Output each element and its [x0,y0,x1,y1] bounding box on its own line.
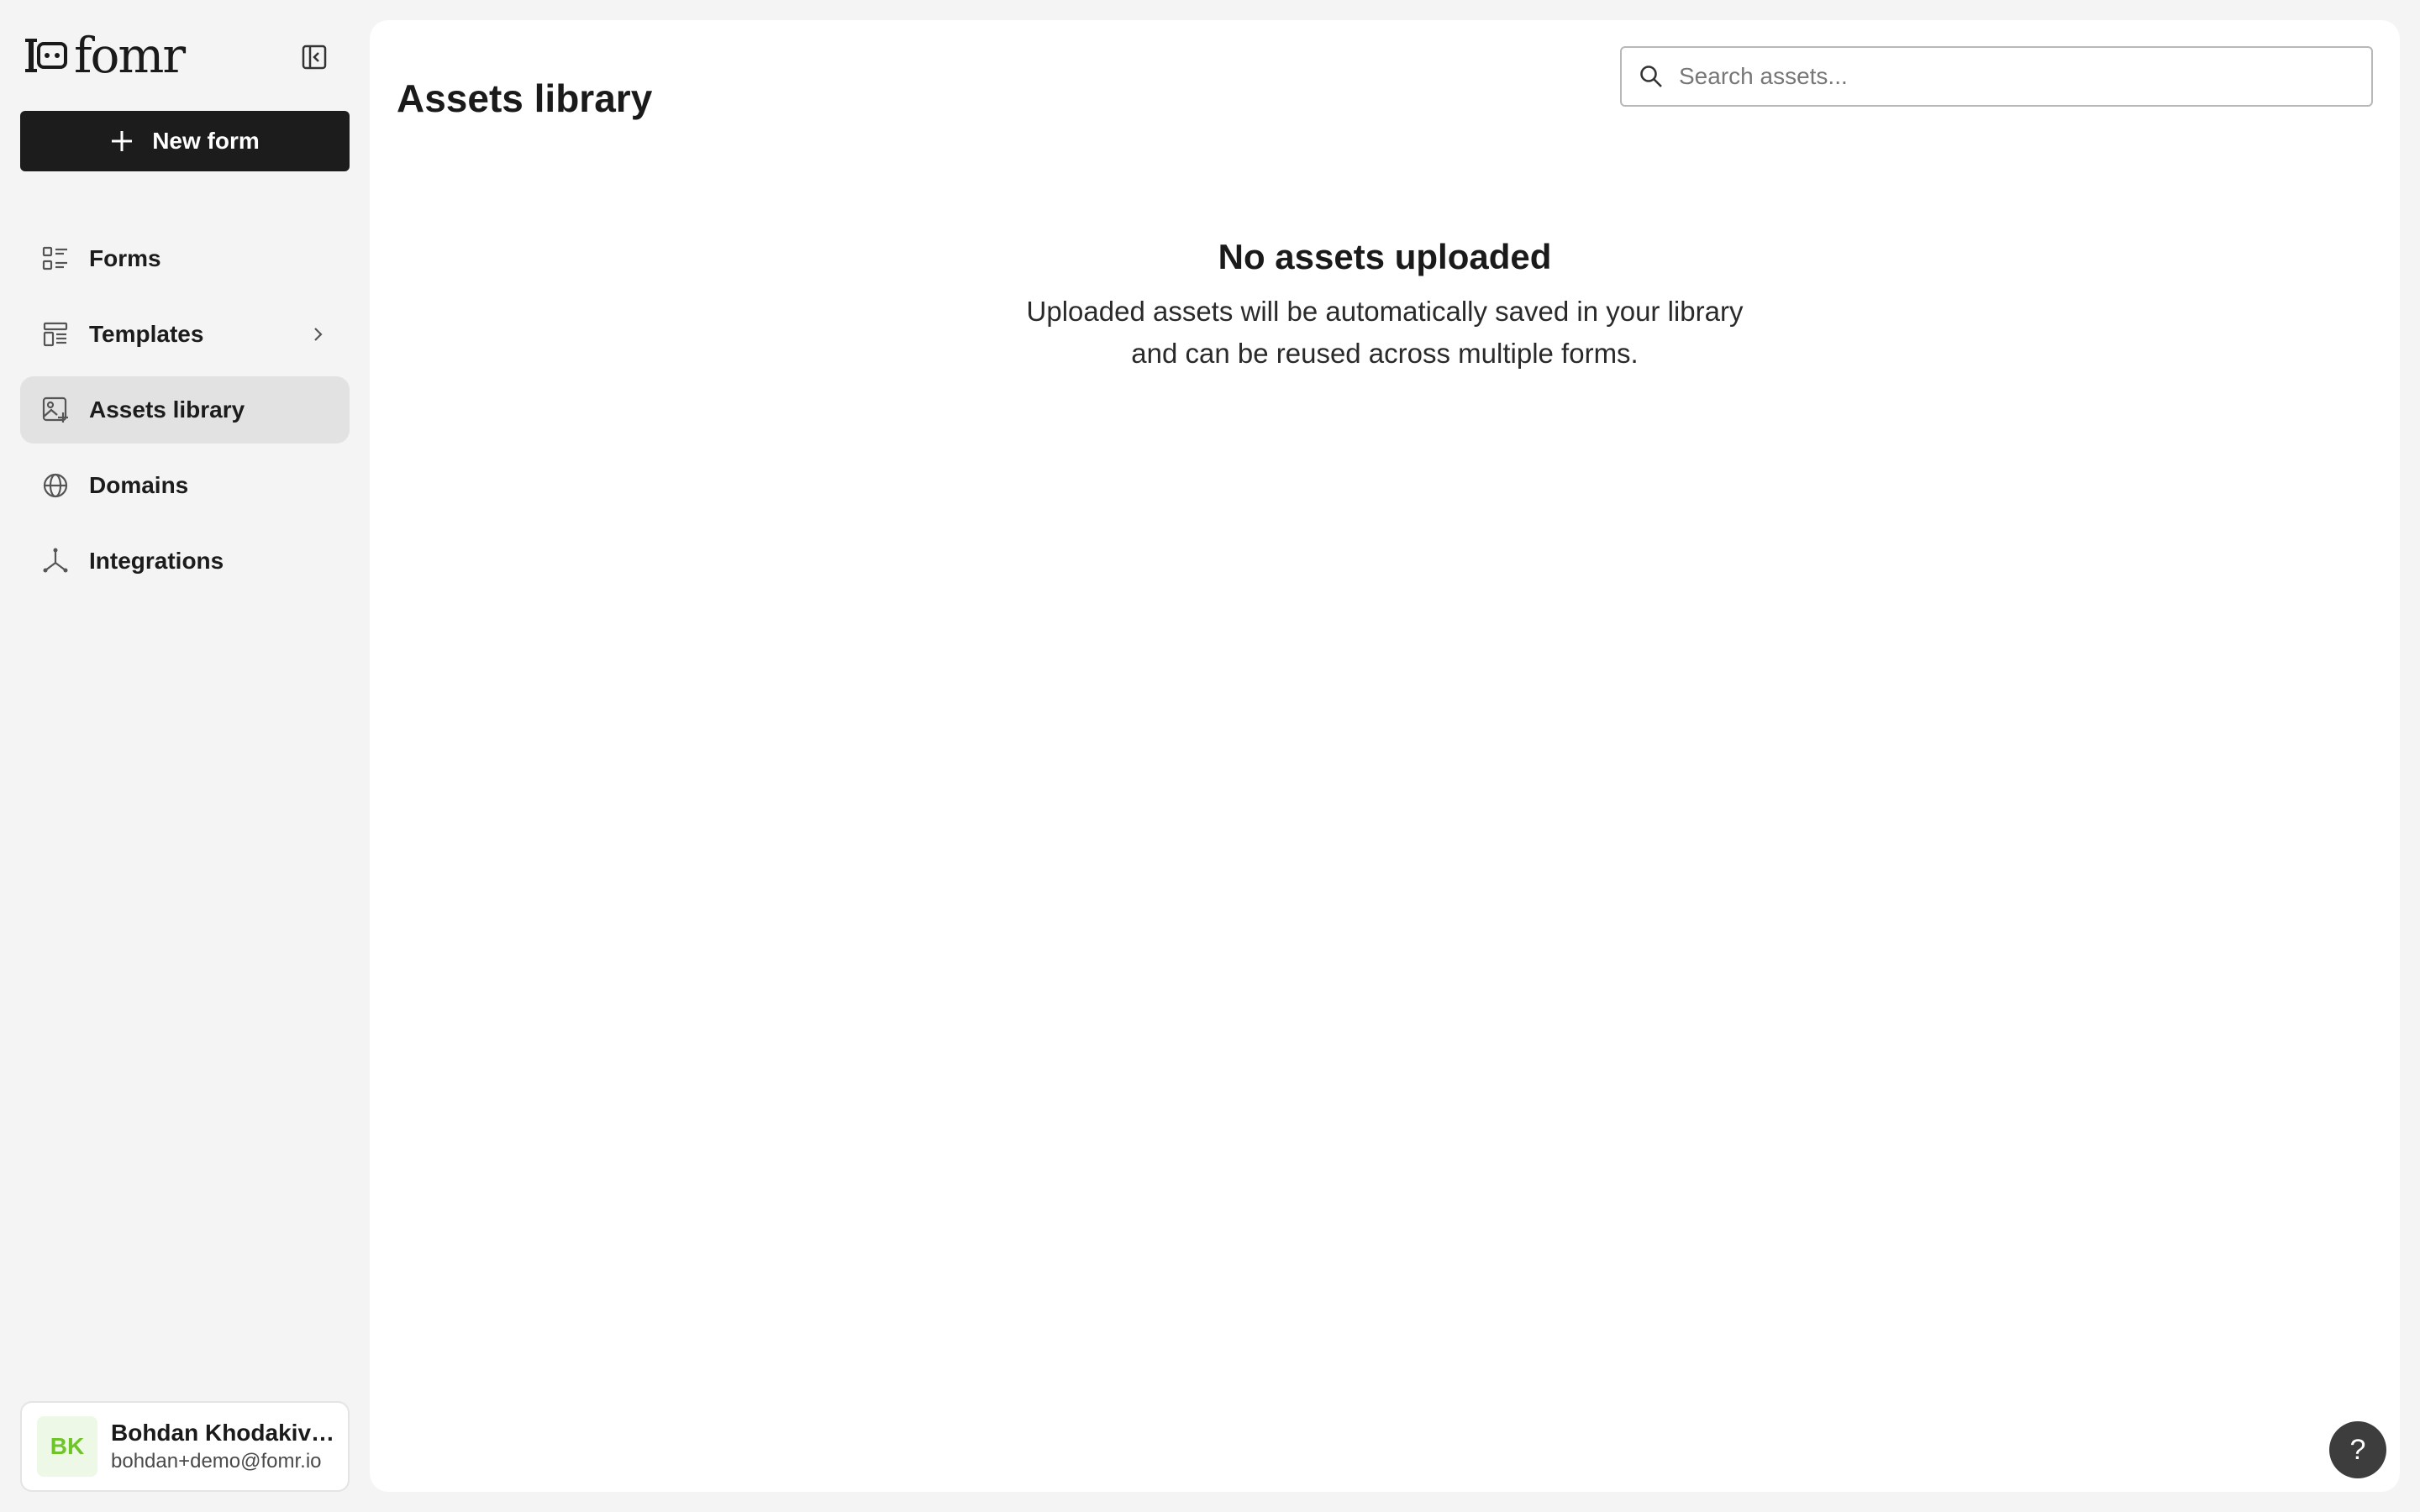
sidebar-nav: Forms Templates Assets library Domains I… [20,225,350,603]
search-icon [1640,66,1662,87]
sidebar-item-domains[interactable]: Domains [20,452,350,519]
new-form-button[interactable]: New form [20,111,350,171]
page-title: Assets library [397,76,653,120]
sidebar-item-forms[interactable]: Forms [20,225,350,292]
avatar: BK [37,1416,97,1477]
sidebar-item-label: Integrations [89,548,224,574]
empty-state: No assets uploaded Uploaded assets will … [370,235,2400,375]
chevron-right-icon [314,328,323,341]
empty-state-description: Uploaded assets will be automatically sa… [370,291,2400,375]
image-assets-icon [40,395,71,425]
fomr-logo-icon [25,39,67,72]
sidebar-item-label: Assets library [89,396,245,423]
user-email: bohdan+demo@fomr.io [111,1450,322,1473]
collapse-sidebar-button[interactable] [296,39,333,76]
app-window: fomr New form Forms Templates Assets lib… [0,0,2420,1512]
sidebar-item-integrations[interactable]: Integrations [20,528,350,595]
search-box[interactable] [1620,46,2373,107]
user-name: Bohdan Khodakivskyi [111,1420,339,1446]
brand-name: fomr [74,27,186,84]
empty-state-line-2: and can be reused across multiple forms. [1131,338,1639,369]
help-button[interactable]: ? [2329,1421,2386,1478]
brand-logo[interactable]: fomr [25,27,186,84]
forms-list-icon [40,244,71,274]
new-form-label: New form [152,128,260,154]
sidebar-collapse-icon [302,45,327,70]
user-account-card[interactable]: BK Bohdan Khodakivskyi bohdan+demo@fomr.… [20,1401,350,1492]
sidebar-item-label: Domains [89,472,189,498]
templates-icon [40,319,71,349]
search-input[interactable] [1679,51,2371,102]
empty-state-title: No assets uploaded [1218,237,1552,276]
sidebar-item-label: Forms [89,245,161,271]
integrations-icon [40,546,71,576]
plus-icon [112,131,133,151]
empty-state-line-1: Uploaded assets will be automatically sa… [1026,296,1744,327]
user-info: Bohdan Khodakivskyi bohdan+demo@fomr.io [111,1418,339,1475]
sidebar-item-label: Templates [89,321,204,347]
sidebar-item-assets-library[interactable]: Assets library [20,376,350,444]
main-panel: Assets library No assets uploaded Upload… [370,20,2400,1492]
globe-icon [40,470,71,501]
sidebar: fomr New form Forms Templates Assets lib… [0,0,370,1512]
sidebar-item-templates[interactable]: Templates [20,301,350,368]
